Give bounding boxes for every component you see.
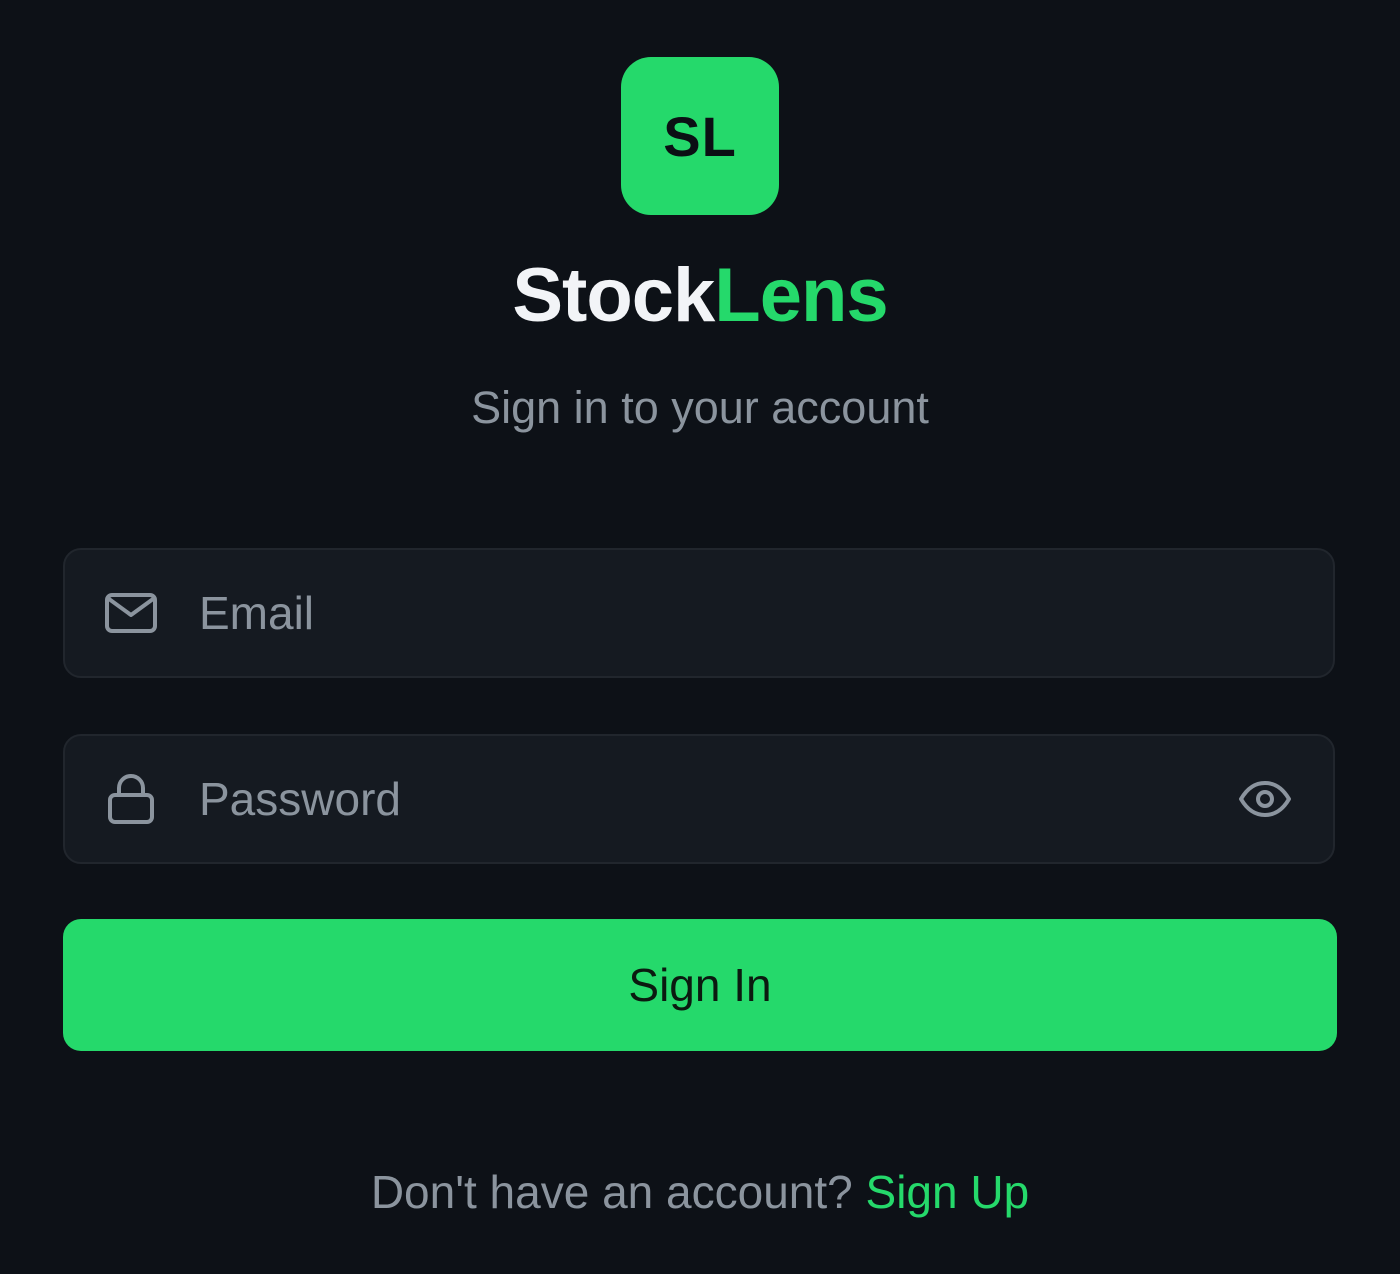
- sign-up-link[interactable]: Sign Up: [866, 1166, 1030, 1218]
- brand-name-part1: Stock: [512, 253, 715, 338]
- logo-badge: SL: [621, 57, 779, 215]
- lock-icon: [103, 771, 159, 827]
- logo-initials: SL: [663, 104, 737, 168]
- signup-prompt: Don't have an account? Sign Up: [0, 1164, 1400, 1220]
- sign-in-button[interactable]: Sign In: [63, 919, 1337, 1051]
- eye-icon[interactable]: [1235, 769, 1295, 829]
- password-input[interactable]: [199, 736, 1223, 862]
- mail-icon: [103, 585, 159, 641]
- signup-prompt-text: Don't have an account?: [370, 1166, 853, 1218]
- login-page: SL StockLens Sign in to your account S: [0, 0, 1400, 1274]
- brand-name: StockLens: [0, 252, 1400, 340]
- brand-name-part2: Lens: [714, 253, 888, 338]
- page-subtitle: Sign in to your account: [471, 382, 929, 433]
- email-field-container: [63, 548, 1335, 678]
- email-input[interactable]: [199, 550, 1223, 676]
- password-field-container: [63, 734, 1335, 864]
